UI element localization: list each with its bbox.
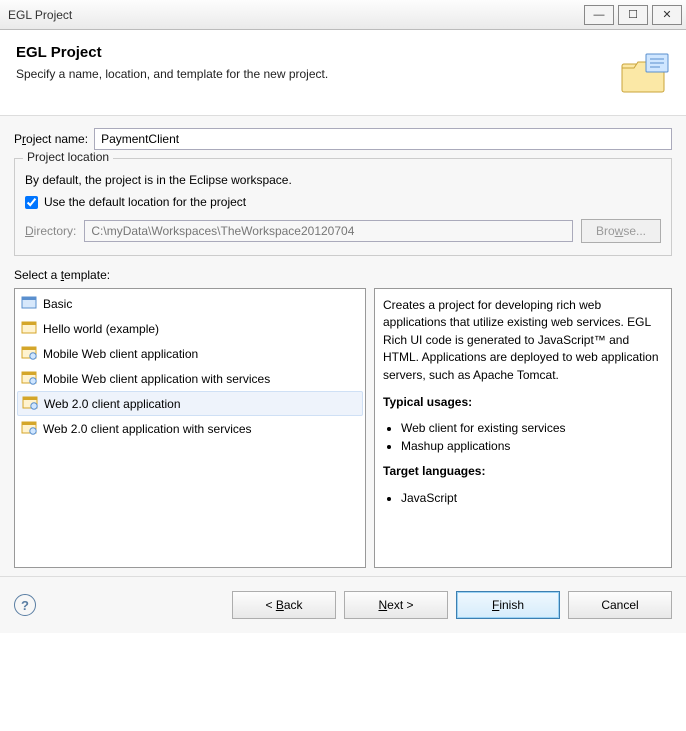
maximize-button[interactable]: ☐	[618, 5, 648, 25]
template-label: Select a template:	[14, 268, 672, 282]
page-subtitle: Specify a name, location, and template f…	[16, 67, 670, 81]
project-location-group: Project location By default, the project…	[14, 158, 672, 256]
project-name-input[interactable]	[94, 128, 672, 150]
template-list[interactable]: Basic Hello world (example) Mobile Web cli…	[14, 288, 366, 568]
template-item[interactable]: Basic	[15, 291, 365, 316]
wizard-buttons: ? < Back Next > Finish Cancel	[0, 576, 686, 633]
minimize-button[interactable]: —	[584, 5, 614, 25]
template-desc-para: Creates a project for developing rich we…	[383, 297, 663, 384]
project-name-label: Project name:	[14, 132, 88, 146]
template-item-label: Mobile Web client application	[43, 347, 198, 361]
next-button[interactable]: Next >	[344, 591, 448, 619]
titlebar: EGL Project — ☐ ✕	[0, 0, 686, 30]
wizard-content: Project name: Project location By defaul…	[0, 116, 686, 576]
template-item-label: Hello world (example)	[43, 322, 159, 336]
template-icon	[21, 419, 37, 438]
page-title: EGL Project	[16, 44, 670, 61]
template-icon	[22, 394, 38, 413]
default-location-label: Use the default location for the project	[44, 195, 246, 209]
template-item-label: Basic	[43, 297, 72, 311]
close-button[interactable]: ✕	[652, 5, 682, 25]
template-icon	[21, 294, 37, 313]
template-item[interactable]: Web 2.0 client application with services	[15, 416, 365, 441]
usages-list: Web client for existing services Mashup a…	[383, 421, 663, 453]
template-description: Creates a project for developing rich we…	[374, 288, 672, 568]
template-item[interactable]: Web 2.0 client application	[17, 391, 363, 416]
directory-input	[84, 220, 573, 242]
wizard-header: EGL Project Specify a name, location, an…	[0, 30, 686, 116]
location-desc: By default, the project is in the Eclips…	[25, 173, 661, 187]
usages-heading: Typical usages:	[383, 395, 472, 409]
usage-item: Web client for existing services	[401, 421, 663, 435]
template-icon	[21, 344, 37, 363]
template-item-label: Mobile Web client application with servi…	[43, 372, 270, 386]
browse-button: Browse...	[581, 219, 661, 243]
window-title: EGL Project	[8, 8, 580, 22]
template-item[interactable]: Mobile Web client application	[15, 341, 365, 366]
directory-label: Directory:	[25, 224, 76, 238]
cancel-button[interactable]: Cancel	[568, 591, 672, 619]
usage-item: Mashup applications	[401, 439, 663, 453]
template-item[interactable]: Mobile Web client application with servi…	[15, 366, 365, 391]
help-icon[interactable]: ?	[14, 594, 36, 616]
project-folder-icon	[616, 48, 672, 99]
languages-list: JavaScript	[383, 491, 663, 505]
template-item-label: Web 2.0 client application	[44, 397, 181, 411]
template-icon	[21, 319, 37, 338]
language-item: JavaScript	[401, 491, 663, 505]
project-name-row: Project name:	[14, 128, 672, 150]
back-button[interactable]: < Back	[232, 591, 336, 619]
template-icon	[21, 369, 37, 388]
template-item-label: Web 2.0 client application with services	[43, 422, 252, 436]
languages-heading: Target languages:	[383, 464, 485, 478]
project-location-legend: Project location	[23, 150, 113, 164]
template-item[interactable]: Hello world (example)	[15, 316, 365, 341]
finish-button[interactable]: Finish	[456, 591, 560, 619]
default-location-checkbox[interactable]	[25, 196, 38, 209]
